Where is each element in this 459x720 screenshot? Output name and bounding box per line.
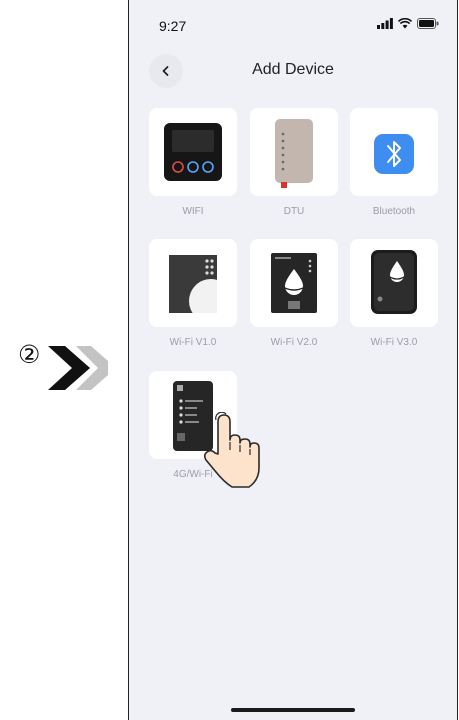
device-tile-wifi-v2[interactable]: Wi-Fi V2.0 [250, 239, 338, 348]
device-card[interactable] [350, 108, 438, 196]
wifi-icon [398, 18, 412, 29]
status-time: 9:27 [159, 18, 187, 34]
nav-bar: Add Device [129, 52, 457, 90]
device-tile-wifi[interactable]: WIFI [149, 108, 237, 217]
phone-screen: 9:27 Add Device WIFI DTU Bluetooth Wi-Fi… [128, 0, 458, 720]
device-card[interactable] [149, 108, 237, 196]
device-tile-bluetooth[interactable]: Bluetooth [350, 108, 438, 217]
device-card[interactable] [350, 239, 438, 327]
device-card[interactable] [250, 239, 338, 327]
dtu-module-icon [275, 119, 313, 188]
device-label: Wi-Fi V3.0 [370, 337, 418, 348]
signal-icon [377, 18, 393, 29]
wifi-v3-device-icon [371, 250, 417, 314]
device-card[interactable] [250, 108, 338, 196]
device-tile-dtu[interactable]: DTU [250, 108, 338, 217]
battery-icon [417, 18, 439, 29]
double-chevron-icon [48, 346, 108, 390]
home-indicator [231, 708, 355, 712]
device-label: Wi-Fi V1.0 [169, 337, 217, 348]
wifi-v1-device-icon [169, 255, 217, 313]
wifi-v2-device-icon [271, 253, 317, 313]
tap-hand-icon [203, 412, 260, 488]
device-label: DTU [283, 206, 305, 217]
device-label: WIFI [182, 206, 204, 217]
page-title: Add Device [252, 61, 334, 78]
device-label: Wi-Fi V2.0 [270, 337, 318, 348]
step-marker: ② [18, 338, 108, 398]
status-bar: 9:27 [129, 0, 457, 50]
device-tile-wifi-v3[interactable]: Wi-Fi V3.0 [350, 239, 438, 348]
bluetooth-icon [374, 134, 414, 174]
device-label: Bluetooth [372, 206, 416, 217]
device-card[interactable] [149, 239, 237, 327]
status-icons [377, 18, 439, 29]
wifi-controller-icon [164, 123, 222, 181]
device-tile-wifi-v1[interactable]: Wi-Fi V1.0 [149, 239, 237, 348]
